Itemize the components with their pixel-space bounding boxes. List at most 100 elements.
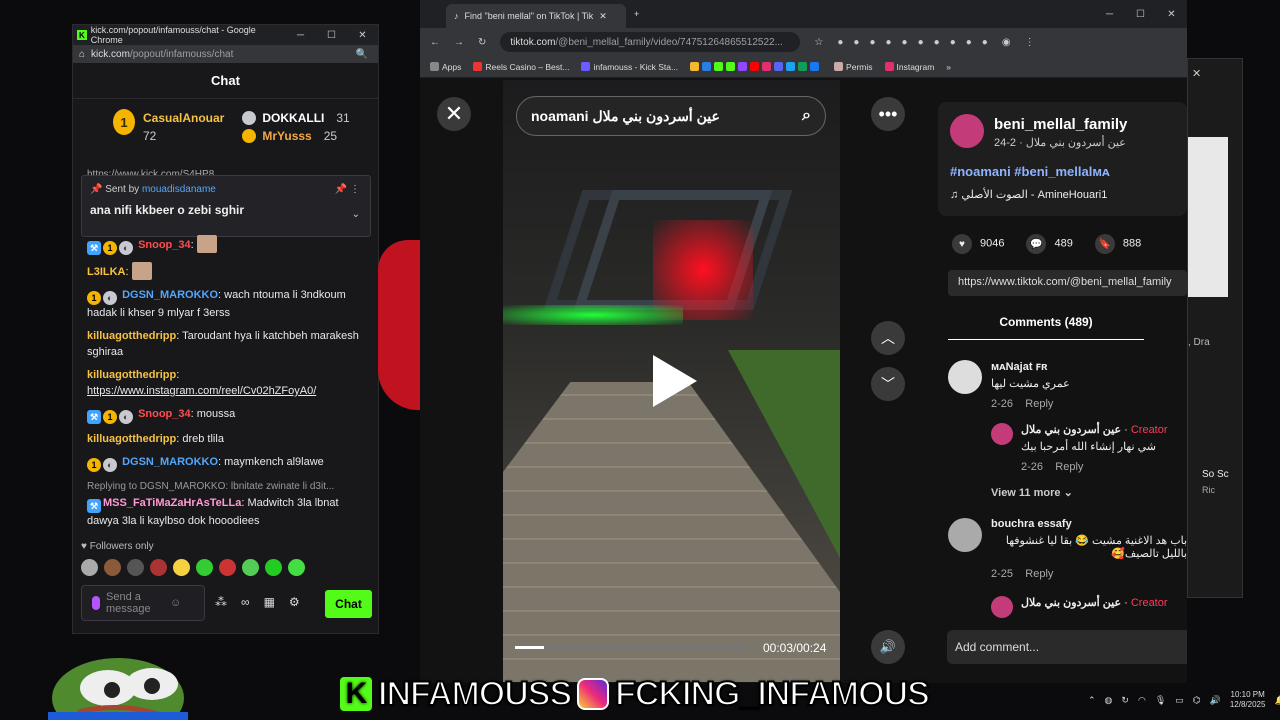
emote-button[interactable]: [104, 559, 121, 576]
unpin-icon[interactable]: 📌 ⋮: [335, 184, 360, 195]
wifi-icon[interactable]: ◠: [1138, 695, 1146, 706]
reload-icon[interactable]: ↻: [478, 37, 486, 48]
search-icon[interactable]: ⌕: [802, 107, 811, 125]
tab-close-icon[interactable]: ✕: [599, 11, 607, 22]
commenter-avatar[interactable]: [948, 518, 982, 552]
mic-icon[interactable]: 🎙: [1155, 695, 1166, 706]
volume-icon[interactable]: 🔊: [1210, 695, 1221, 706]
close-video-button[interactable]: ✕: [437, 97, 471, 131]
play-icon[interactable]: [653, 355, 697, 407]
video-progress-bar[interactable]: [515, 646, 747, 649]
bookmark-permis[interactable]: Permis: [834, 61, 873, 72]
emote-button[interactable]: [173, 559, 190, 576]
related-search-box[interactable]: عين أسردون بني ملال noamani ⌕: [516, 96, 826, 136]
chat-username[interactable]: DGSN_MAROKKO: [122, 456, 218, 468]
chat-username[interactable]: L3ILKA: [87, 266, 126, 278]
commenter-avatar[interactable]: [991, 596, 1013, 618]
close-button[interactable]: ✕: [347, 30, 378, 41]
emote-button[interactable]: [196, 559, 213, 576]
commenter-avatar[interactable]: [991, 423, 1013, 445]
store-icon[interactable]: ▦: [264, 595, 275, 609]
extension-icon[interactable]: ●: [982, 37, 988, 48]
more-options-button[interactable]: •••: [871, 97, 905, 131]
bookmark-instagram[interactable]: Instagram: [884, 61, 934, 72]
extension-icon[interactable]: ●: [886, 37, 892, 48]
more-bookmarks-icon[interactable]: »: [946, 62, 951, 72]
address-bar[interactable]: tiktok.com/@beni_mellal_family/video/747…: [500, 32, 801, 52]
forward-icon[interactable]: →: [454, 37, 464, 48]
emote-button[interactable]: [81, 559, 98, 576]
star-icon[interactable]: ☆: [814, 37, 823, 48]
infinity-icon[interactable]: ∞: [241, 595, 250, 609]
next-video-button[interactable]: ﹀: [871, 367, 905, 401]
music-label[interactable]: ♫ الصوت الأصلي - AmineHouari1: [950, 188, 1107, 201]
chat-username[interactable]: Snoop_34: [138, 408, 191, 420]
menu-icon[interactable]: ⋮: [1025, 37, 1035, 48]
leader-1-name[interactable]: CasualAnouar: [143, 109, 224, 127]
extension-icon[interactable]: ●: [869, 37, 875, 48]
background-close-icon[interactable]: ✕: [1192, 67, 1201, 80]
share-link-field[interactable]: https://www.tiktok.com/@beni_mellal_fami…: [948, 270, 1187, 296]
chat-username[interactable]: MSS_FaTiMaZaHrAsTeLLa: [103, 497, 241, 509]
like-button[interactable]: ♥ 9046: [952, 234, 1004, 254]
minimize-button[interactable]: ─: [1094, 9, 1125, 20]
leader-2-name[interactable]: DOKKALLI: [262, 111, 324, 125]
emote-button[interactable]: [219, 559, 236, 576]
emoji-icon[interactable]: ☺: [170, 597, 181, 609]
chat-link[interactable]: https://www.instagram.com/reel/Cv02hZFoy…: [87, 385, 316, 397]
users-icon[interactable]: ⁂: [215, 595, 227, 609]
chat-username[interactable]: killuagotthedripp: [87, 433, 176, 445]
volume-button[interactable]: 🔊: [871, 630, 905, 664]
extension-icon[interactable]: ●: [837, 37, 843, 48]
comment-username[interactable]: bouchra essafy: [991, 518, 1187, 530]
kick-url-bar[interactable]: ⌂ kick.com/popout/infamouss/chat 🔍: [73, 45, 378, 63]
chat-username[interactable]: killuagotthedripp: [87, 330, 176, 342]
new-tab-icon[interactable]: +: [634, 9, 639, 19]
tab-comments[interactable]: Comments (489): [948, 308, 1144, 340]
extension-icon[interactable]: ●: [853, 37, 859, 48]
extension-icon[interactable]: ●: [950, 37, 956, 48]
chevron-down-icon[interactable]: ⌄: [352, 209, 360, 220]
back-icon[interactable]: ←: [430, 37, 440, 48]
video-hashtags[interactable]: #noamani #beni_mellalᴍᴀ: [950, 164, 1110, 179]
extension-icon[interactable]: ●: [934, 37, 940, 48]
bookmark-kick-studio[interactable]: infamouss - Kick Sta...: [581, 61, 678, 72]
bookmark-apps[interactable]: Apps: [430, 61, 461, 72]
chat-message-input[interactable]: Send a message ☺: [81, 585, 205, 621]
chat-username[interactable]: Snoop_34: [138, 239, 191, 251]
mic-icon[interactable]: [92, 596, 100, 610]
network-icon[interactable]: ⌬: [1193, 695, 1201, 706]
author-username[interactable]: beni_mellal_family: [994, 116, 1127, 133]
display-icon[interactable]: ▭: [1175, 695, 1184, 706]
reply-button[interactable]: Reply: [1025, 398, 1053, 410]
extension-icon[interactable]: ●: [902, 37, 908, 48]
previous-video-button[interactable]: ︿: [871, 321, 905, 355]
comment-username[interactable]: عين أسردون بني ملال: [1021, 597, 1121, 609]
comment-button[interactable]: 💬 489: [1026, 234, 1073, 254]
tab-tiktok[interactable]: ♪ Find "beni mellal" on TikTok | Tik ✕: [446, 4, 626, 28]
add-comment-input[interactable]: Add comment...: [947, 630, 1187, 664]
emote-button[interactable]: [242, 559, 259, 576]
gear-icon[interactable]: ⚙: [289, 595, 300, 609]
emote-button[interactable]: [265, 559, 282, 576]
profile-icon[interactable]: ◉: [1002, 37, 1011, 48]
pinned-sender[interactable]: mouadisdaname: [142, 184, 216, 195]
taskbar-clock[interactable]: 10:10 PM 12/8/2025: [1230, 690, 1266, 710]
reply-button[interactable]: Reply: [1025, 568, 1053, 580]
extension-icon[interactable]: ●: [918, 37, 924, 48]
close-button[interactable]: ✕: [1156, 9, 1187, 20]
emote-button[interactable]: [150, 559, 167, 576]
reply-context[interactable]: Replying to DGSN_MAROKKO: lbnitate zwina…: [87, 479, 367, 495]
emote-button[interactable]: [288, 559, 305, 576]
comment-username[interactable]: عين أسردون بني ملال: [1021, 424, 1121, 436]
comment-username[interactable]: ᴍᴀNajat ꜰʀ: [991, 360, 1183, 373]
minimize-button[interactable]: ─: [285, 30, 316, 41]
maximize-button[interactable]: ☐: [1125, 9, 1156, 20]
send-chat-button[interactable]: Chat: [325, 590, 372, 618]
chevron-up-icon[interactable]: ⌃: [1088, 695, 1096, 706]
view-more-replies[interactable]: View 11 more ⌄: [991, 486, 1073, 499]
extension-icon[interactable]: ●: [966, 37, 972, 48]
chat-username[interactable]: DGSN_MAROKKO: [122, 289, 218, 301]
zoom-icon[interactable]: 🔍: [356, 49, 368, 60]
emote-button[interactable]: [127, 559, 144, 576]
